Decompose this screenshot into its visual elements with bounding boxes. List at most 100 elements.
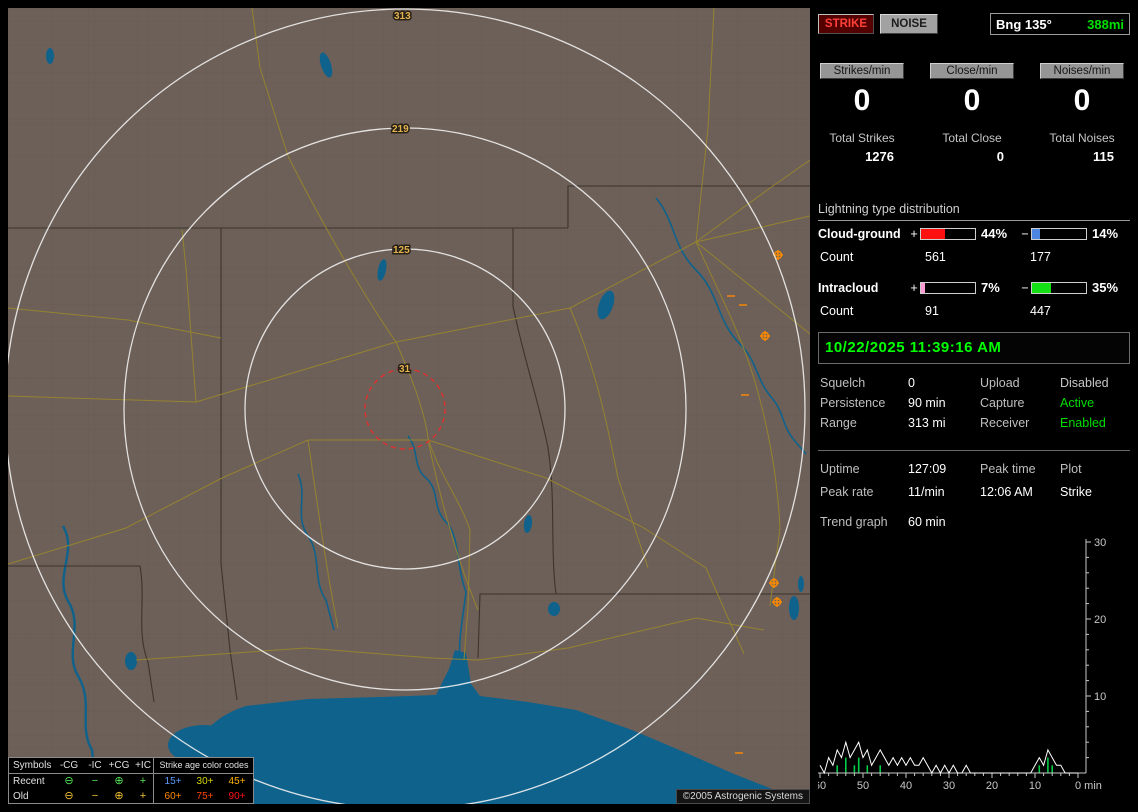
status-row-range: Range 313 mi Receiver Enabled xyxy=(818,416,1130,434)
ring-label-313: 313 xyxy=(394,11,411,22)
plot-value: Strike xyxy=(1060,485,1092,499)
legend-header-row: Symbols -CG -IC +CG +IC Strike age color… xyxy=(9,758,253,773)
plus-icon: + xyxy=(139,790,147,802)
close-per-min-header[interactable]: Close/min xyxy=(930,63,1014,79)
svg-text:40: 40 xyxy=(900,780,912,792)
lightning-map[interactable]: 313 219 125 31 xyxy=(8,8,810,804)
upload-value: Disabled xyxy=(1060,376,1109,390)
intracloud-neg-count: 447 xyxy=(1030,304,1051,318)
total-noises-value: 115 xyxy=(1093,149,1114,164)
plus-sign: + xyxy=(910,226,918,241)
gauge-fill xyxy=(1032,282,1051,293)
strikes-per-min-header[interactable]: Strikes/min xyxy=(820,63,904,79)
trend-graph-label: Trend graph xyxy=(820,515,888,529)
legend-old-label: Old xyxy=(13,791,29,802)
peak-time-label: Peak time xyxy=(980,462,1036,476)
legend-recent-label: Recent xyxy=(13,776,45,787)
legend-col-neg-cg: -CG xyxy=(59,760,79,771)
legend-symbols-header: Symbols xyxy=(13,760,52,771)
noises-per-min-header[interactable]: Noises/min xyxy=(1040,63,1124,79)
close-rate-column: Close/min 0 xyxy=(930,63,1014,118)
intracloud-negative-gauge xyxy=(1031,281,1087,294)
intracloud-count-row: Count 91 447 xyxy=(818,304,1130,320)
noises-rate-column: Noises/min 0 xyxy=(1040,63,1124,118)
cloud-ground-neg-count: 177 xyxy=(1030,250,1051,264)
cloud-ground-negative-percent: 14% xyxy=(1092,226,1119,241)
copyright-credit: ©2005 Astrogenic Systems xyxy=(675,789,810,804)
datetime-display: 10/22/2025 11:39:16 AM xyxy=(818,332,1130,364)
capture-value: Active xyxy=(1060,396,1095,410)
bearing-range-display: Bng 135° 388mi xyxy=(990,13,1130,35)
distance-value: 388mi xyxy=(1087,16,1124,32)
plus-icon: + xyxy=(139,775,147,787)
age-code-45: 45+ xyxy=(228,776,246,787)
legend-col-neg-ic: -IC xyxy=(88,760,102,771)
total-noises-label: Total Noises xyxy=(1049,131,1115,145)
total-strikes-label: Total Strikes xyxy=(829,131,895,145)
ring-label-31: 31 xyxy=(399,364,411,375)
coastal-water xyxy=(789,596,799,620)
session-row-2: Peak rate 11/min 12:06 AM Strike xyxy=(818,485,1130,503)
svg-text:50: 50 xyxy=(857,780,869,792)
svg-text:10: 10 xyxy=(1094,691,1106,703)
squelch-label: Squelch xyxy=(820,376,866,390)
distribution-title: Lightning type distribution xyxy=(818,202,1130,221)
cloud-ground-label: Cloud-ground xyxy=(818,226,901,241)
trend-graph-row: Trend graph 60 min xyxy=(818,515,1130,533)
age-code-75: 75+ xyxy=(196,791,214,802)
trend-graph-chart: 60 50 40 30 20 10 0 min 30 20 10 xyxy=(818,537,1106,792)
noise-indicator[interactable]: NOISE xyxy=(880,14,938,34)
svg-text:30: 30 xyxy=(1094,537,1106,549)
legend-col-pos-cg: +CG xyxy=(108,760,130,771)
circle-minus-icon: ⊖ xyxy=(64,775,74,787)
count-label: Count xyxy=(820,250,854,264)
circle-plus-icon: ⊕ xyxy=(114,790,124,802)
age-code-15: 15+ xyxy=(164,776,182,787)
ring-label-219: 219 xyxy=(392,124,409,135)
svg-text:0 min: 0 min xyxy=(1075,780,1102,792)
svg-text:20: 20 xyxy=(1094,614,1106,626)
age-code-30: 30+ xyxy=(196,776,214,787)
cloud-ground-positive-gauge xyxy=(920,227,976,240)
status-row-persistence: Persistence 90 min Capture Active xyxy=(818,396,1130,414)
section-divider xyxy=(818,450,1130,451)
count-label: Count xyxy=(820,304,854,318)
intracloud-label: Intracloud xyxy=(818,280,879,295)
intracloud-pos-count: 91 xyxy=(925,304,939,318)
age-code-90: 90+ xyxy=(228,791,246,802)
age-code-60: 60+ xyxy=(164,791,182,802)
bearing-value: Bng 135° xyxy=(996,16,1052,32)
svg-text:30: 30 xyxy=(943,780,955,792)
intracloud-positive-percent: 7% xyxy=(981,280,1000,295)
legend-age-title: Strike age color codes xyxy=(159,760,249,770)
cloud-ground-negative-gauge xyxy=(1031,227,1087,240)
capture-label: Capture xyxy=(980,396,1025,410)
strikes-per-min-value: 0 xyxy=(853,84,871,117)
minus-icon: − xyxy=(91,790,99,802)
range-label: Range xyxy=(820,416,857,430)
cloud-ground-pos-count: 561 xyxy=(925,250,946,264)
receiver-label: Receiver xyxy=(980,416,1030,430)
trend-window-value: 60 min xyxy=(908,515,946,529)
gauge-fill xyxy=(1032,228,1040,239)
total-close-value: 0 xyxy=(996,149,1004,164)
persistence-value: 90 min xyxy=(908,396,946,410)
cloud-ground-count-row: Count 561 177 xyxy=(818,250,1130,266)
uptime-value: 127:09 xyxy=(908,462,947,476)
range-value: 313 mi xyxy=(908,416,946,430)
receiver-value: Enabled xyxy=(1060,416,1106,430)
legend-old-row: Old ⊖ − ⊕ + 60+ 75+ 90+ xyxy=(9,789,253,804)
plus-sign: + xyxy=(910,280,918,295)
svg-text:60: 60 xyxy=(818,780,826,792)
cloud-ground-row: Cloud-ground + 44% − 14% xyxy=(818,226,1130,241)
strike-indicator[interactable]: STRIKE xyxy=(818,14,874,34)
ring-label-125: 125 xyxy=(393,245,410,256)
svg-text:10: 10 xyxy=(1029,780,1041,792)
plot-label: Plot xyxy=(1060,462,1082,476)
total-close-label: Total Close xyxy=(942,131,1002,145)
strikes-rate-column: Strikes/min 0 xyxy=(820,63,904,118)
legend-col-pos-ic: +IC xyxy=(135,760,151,771)
circle-plus-icon: ⊕ xyxy=(114,775,124,787)
uptime-label: Uptime xyxy=(820,462,860,476)
peak-time-value: 12:06 AM xyxy=(980,485,1033,499)
